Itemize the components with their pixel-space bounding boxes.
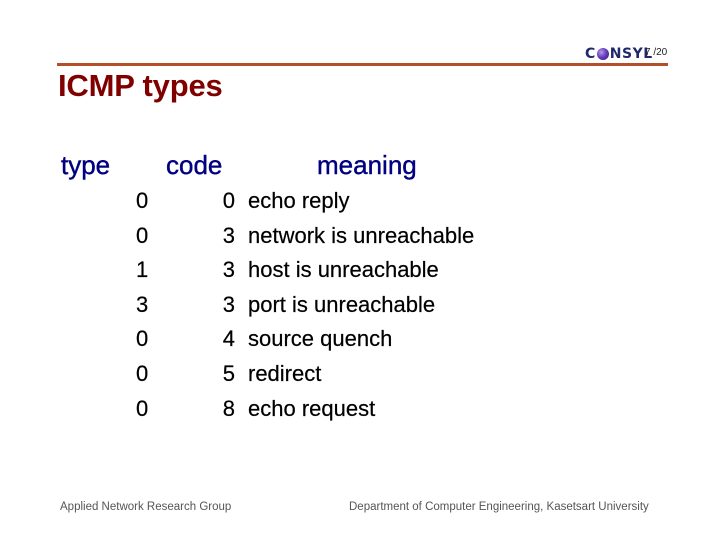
cell-type: 0	[136, 326, 149, 352]
table-row: 3 3 port is unreachable	[0, 288, 720, 323]
table-row: 0 3 network is unreachable	[0, 219, 720, 254]
cell-meaning: network is unreachable	[248, 222, 475, 248]
icmp-table-body: 0 0 echo reply 0 3 network is unreachabl…	[0, 184, 720, 426]
logo-text-prefix: C	[585, 46, 596, 62]
table-row: 1 3 host is unreachable	[0, 253, 720, 288]
purple-sphere-icon	[596, 48, 609, 60]
cell-meaning: source quench	[248, 326, 393, 352]
footer-department: Department of Computer Engineering, Kase…	[349, 501, 649, 513]
cell-meaning: echo request	[248, 395, 376, 421]
consyl-logo: C NSYL	[585, 45, 653, 63]
cell-type: 3	[136, 291, 149, 317]
cell-type: 0	[136, 360, 149, 386]
table-row: 0 0 echo reply	[0, 184, 720, 219]
page-number: 7 /20	[645, 47, 668, 58]
cell-code: 3	[222, 222, 235, 248]
table-row: 0 5 redirect	[0, 357, 720, 392]
slide: C NSYL 7 /20 ICMP types type code meanin…	[0, 0, 720, 540]
column-header-type: type	[61, 150, 111, 180]
cell-code: 8	[222, 395, 235, 421]
column-header-code: code	[166, 150, 223, 180]
cell-meaning: port is unreachable	[248, 291, 436, 317]
cell-meaning: echo reply	[248, 188, 350, 213]
cell-type: 1	[136, 257, 149, 283]
cell-type: 0	[136, 188, 149, 213]
table-row: 0 4 source quench	[0, 322, 720, 357]
cell-type: 0	[136, 395, 149, 421]
cell-code: 3	[222, 291, 235, 317]
cell-code: 3	[222, 257, 235, 283]
column-header-meaning: meaning	[317, 150, 417, 180]
slide-title: ICMP types	[58, 68, 223, 103]
cell-meaning: host is unreachable	[248, 257, 439, 283]
cell-code: 5	[222, 360, 235, 386]
cell-code: 0	[222, 188, 235, 213]
table-row: 0 8 echo request	[0, 392, 720, 427]
cell-meaning: redirect	[248, 360, 322, 386]
cell-type: 0	[136, 222, 149, 248]
footer-group-name: Applied Network Research Group	[60, 501, 232, 513]
cell-code: 4	[222, 326, 235, 352]
